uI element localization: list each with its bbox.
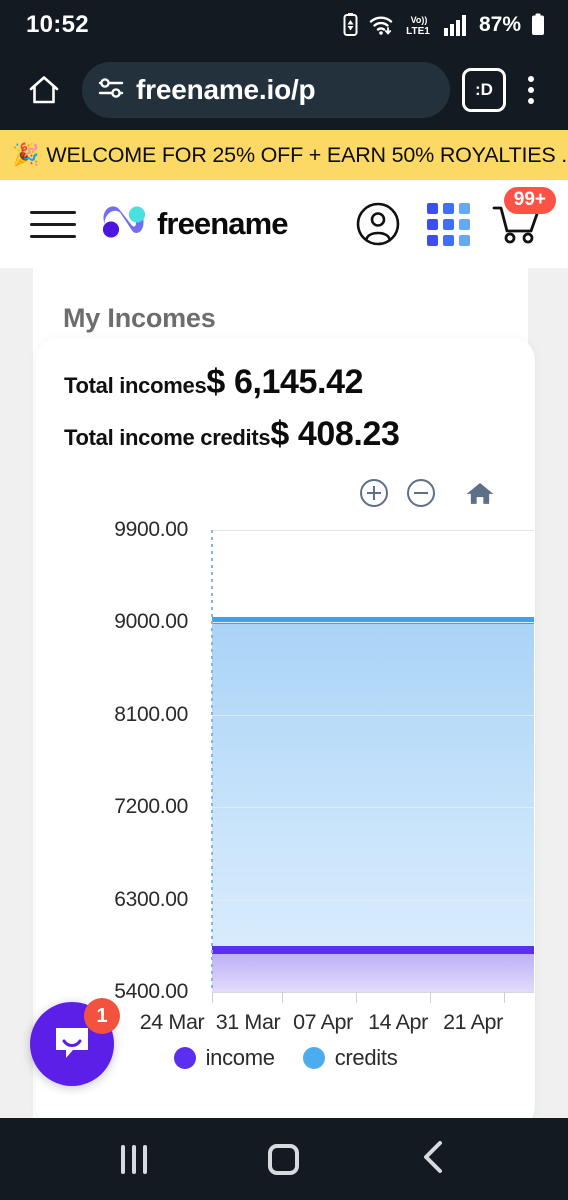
promo-banner[interactable]: 🎉 WELCOME FOR 25% OFF + EARN 50% ROYALTI… bbox=[0, 130, 568, 180]
shopping-cart-icon[interactable]: 99+ bbox=[488, 187, 556, 250]
x-tick-mark bbox=[212, 992, 213, 1003]
zoom-out-button[interactable] bbox=[406, 478, 436, 508]
chart-y-axis: 9900.00 9000.00 8100.00 7200.00 6300.00 … bbox=[36, 513, 206, 1058]
stat-total-income-credits: Total income credits $ 408.23 bbox=[64, 415, 400, 454]
chart-plot-area bbox=[211, 530, 534, 992]
legend-color-swatch bbox=[302, 1047, 325, 1069]
legend-label: credits bbox=[334, 1045, 398, 1070]
y-tick-label: 6300.00 bbox=[114, 887, 188, 911]
chat-bubble-icon bbox=[56, 1028, 88, 1058]
x-tick-label: 14 Apr bbox=[368, 1010, 428, 1034]
browser-toolbar: freename.io/p :D bbox=[0, 50, 568, 130]
x-tick-mark bbox=[504, 992, 505, 1003]
x-tick-mark bbox=[430, 992, 431, 1003]
status-bar-icons: Vo)) LTE1 87% bbox=[342, 13, 546, 37]
income-line bbox=[212, 946, 534, 954]
x-tick-mark bbox=[282, 992, 283, 1003]
y-tick-label: 5400.00 bbox=[114, 980, 188, 1003]
legend-item-income[interactable]: income bbox=[173, 1045, 275, 1071]
y-tick-label: 9000.00 bbox=[114, 610, 188, 634]
stat-total-incomes-label: Total incomes bbox=[64, 373, 207, 398]
zoom-in-button[interactable] bbox=[359, 478, 389, 508]
content-column: My Incomes Total incomes $ 6,145.42 Tota… bbox=[33, 268, 535, 1128]
grid-line bbox=[212, 807, 534, 809]
x-tick-label: 24 Mar bbox=[139, 1010, 205, 1034]
stat-total-incomes-value: $ 6,145.42 bbox=[206, 363, 364, 401]
battery-percent-label: 87% bbox=[478, 13, 521, 36]
freename-logo-icon bbox=[102, 205, 146, 244]
svg-text:Vo)): Vo)) bbox=[411, 15, 428, 25]
account-circle-icon[interactable] bbox=[352, 198, 404, 250]
back-button[interactable] bbox=[420, 1140, 448, 1179]
wifi-icon bbox=[368, 14, 394, 36]
y-tick-label: 8100.00 bbox=[114, 702, 188, 726]
legend-label: income bbox=[205, 1045, 275, 1070]
url-bar[interactable]: freename.io/p bbox=[82, 62, 450, 118]
y-tick-label: 7200.00 bbox=[114, 795, 188, 819]
battery-icon bbox=[530, 13, 546, 37]
site-header: freename 99+ bbox=[0, 180, 568, 268]
home-icon[interactable] bbox=[18, 64, 70, 116]
grid-line bbox=[212, 899, 534, 901]
recents-button[interactable] bbox=[120, 1144, 147, 1174]
android-nav-bar bbox=[0, 1118, 568, 1200]
page-title: My Incomes bbox=[63, 303, 216, 333]
legend-color-swatch bbox=[173, 1047, 196, 1069]
brand-logo[interactable]: freename bbox=[102, 205, 289, 244]
x-tick-label: 31 Mar bbox=[215, 1010, 281, 1034]
kebab-menu-icon[interactable] bbox=[512, 64, 550, 116]
incomes-area-chart[interactable]: 9900.00 9000.00 8100.00 7200.00 6300.00 … bbox=[36, 513, 535, 1070]
promo-banner-text: WELCOME FOR 25% OFF + EARN 50% ROYALTIES… bbox=[46, 142, 568, 167]
signal-bars-icon bbox=[443, 14, 468, 36]
stat-total-incomes: Total incomes $ 6,145.42 bbox=[64, 363, 364, 402]
hamburger-menu-icon[interactable] bbox=[30, 201, 76, 247]
android-status-bar: 10:52 Vo)) LTE1 87% bbox=[0, 0, 568, 50]
battery-saver-icon bbox=[342, 13, 359, 37]
x-tick-label: 07 Apr bbox=[293, 1010, 353, 1034]
credits-area-band bbox=[212, 618, 534, 992]
svg-text:LTE1: LTE1 bbox=[406, 26, 430, 37]
intercom-launcher[interactable]: 1 bbox=[30, 998, 120, 1086]
stat-total-income-credits-value: $ 408.23 bbox=[270, 415, 400, 453]
stat-total-income-credits-label: Total income credits bbox=[64, 425, 271, 450]
cart-badge: 99+ bbox=[503, 187, 556, 214]
grid-line bbox=[212, 714, 534, 716]
x-tick-mark bbox=[356, 992, 357, 1003]
y-tick-label: 9900.00 bbox=[114, 518, 188, 541]
tab-switcher-button[interactable]: :D bbox=[462, 68, 506, 112]
chat-unread-badge: 1 bbox=[84, 998, 120, 1034]
url-text[interactable]: freename.io/p bbox=[136, 74, 316, 106]
x-tick-label: 21 Apr bbox=[443, 1010, 503, 1034]
status-bar-clock: 10:52 bbox=[26, 11, 89, 38]
home-button[interactable] bbox=[267, 1143, 299, 1175]
grid-line bbox=[212, 622, 534, 624]
income-area-band bbox=[212, 948, 534, 992]
party-popper-icon: 🎉 bbox=[12, 142, 40, 167]
site-settings-icon[interactable] bbox=[96, 73, 126, 108]
chart-controls bbox=[359, 478, 495, 508]
apps-grid-squares bbox=[426, 202, 470, 246]
y-axis-dotted-line bbox=[211, 530, 213, 992]
legend-item-credits[interactable]: credits bbox=[302, 1045, 398, 1071]
page-background: My Incomes Total incomes $ 6,145.42 Tota… bbox=[0, 268, 568, 1128]
chart-x-axis-line bbox=[212, 992, 534, 993]
brand-name: freename bbox=[157, 206, 289, 241]
apps-grid-icon[interactable] bbox=[422, 198, 474, 250]
volte-icon: Vo)) LTE1 bbox=[403, 13, 435, 37]
reset-home-button[interactable] bbox=[465, 478, 495, 508]
plot-top-border bbox=[212, 530, 534, 531]
